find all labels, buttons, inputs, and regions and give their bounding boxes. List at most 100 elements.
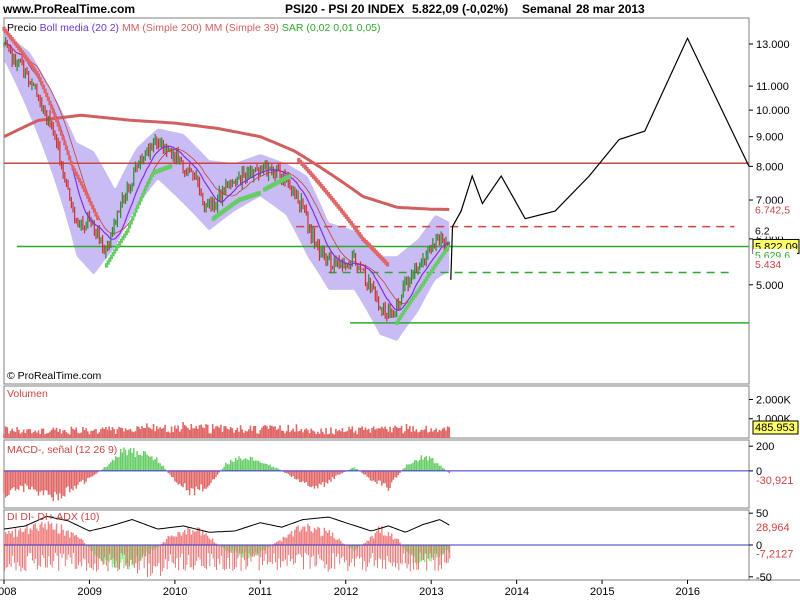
volume-bar: [364, 427, 367, 438]
volume-bar: [379, 428, 382, 438]
volume-bar: [100, 429, 102, 438]
volume-bar: [418, 431, 421, 438]
volume-bar: [3, 433, 5, 438]
volume-bar: [395, 427, 398, 438]
volume-bar: [272, 426, 275, 438]
volume-bar: [103, 429, 106, 438]
value-label: 6.742,5: [755, 204, 790, 216]
volume-bar: [141, 426, 143, 438]
y-tick-label: 9.000: [756, 132, 784, 144]
volume-bar: [11, 428, 14, 438]
y-tick-label: 8.000: [756, 161, 784, 173]
volume-bar: [303, 429, 306, 438]
sar-dot: [385, 262, 390, 267]
volume-bar: [26, 429, 28, 438]
x-tick-label: 2011: [248, 586, 272, 598]
volume-bar: [4, 426, 7, 438]
y-tick-label: 2.000K: [756, 394, 792, 406]
volume-bar: [422, 430, 424, 438]
volume-bar: [349, 429, 352, 438]
volume-bar: [308, 433, 311, 438]
volume-bar: [16, 427, 18, 438]
volume-bar: [60, 433, 63, 438]
volume-bar: [96, 433, 99, 438]
volume-bar: [430, 428, 432, 438]
volume-bar: [367, 428, 370, 438]
volume-bar: [287, 424, 290, 438]
volume-bar: [404, 431, 406, 438]
volume-bar: [302, 432, 304, 438]
x-axis: 2008 2009 2010 2011 2012 2013 2014 2015 2016: [0, 580, 700, 598]
volume-bar: [427, 432, 429, 438]
sar-dot: [50, 104, 54, 110]
volume-bar: [226, 428, 229, 438]
volume-bar: [290, 430, 293, 438]
volume-bar: [394, 425, 396, 438]
volume-bar: [29, 429, 32, 438]
legend-entry: MM (Simple 39): [202, 22, 279, 34]
volume-bar: [188, 429, 191, 438]
sar-dot: [41, 84, 46, 90]
volume-bar: [277, 428, 280, 438]
volume-bar: [266, 426, 268, 438]
volume-bar: [47, 432, 50, 438]
volume-bar: [123, 431, 125, 438]
volume-bar: [42, 428, 45, 438]
volume-bar: [185, 426, 188, 438]
volume-bar: [132, 432, 135, 438]
volume-bar: [126, 430, 129, 438]
volume-bar: [313, 431, 316, 438]
volume-bar: [432, 431, 434, 438]
volume-bar: [298, 430, 301, 438]
volume-bar: [221, 431, 224, 438]
volume-bar: [371, 427, 373, 438]
volume-bar: [70, 426, 73, 438]
volume-bar: [282, 430, 285, 438]
volume-bar: [68, 434, 71, 438]
volume-bar: [146, 423, 148, 438]
volume-bar: [285, 431, 288, 438]
volume-bar: [236, 427, 239, 438]
volume-bar: [98, 432, 101, 438]
volume-bar: [344, 431, 347, 438]
volume-bar: [275, 429, 278, 438]
volume-bar: [295, 424, 298, 438]
volume-bar: [326, 434, 329, 438]
volume-bar: [108, 426, 110, 438]
volume-bar: [328, 433, 331, 438]
volume-bar: [202, 427, 204, 438]
volume-bar: [27, 428, 30, 438]
volume-bar: [321, 431, 324, 438]
volume-bar: [37, 430, 40, 438]
sar-dot: [54, 117, 59, 123]
value-label: 5.434: [755, 259, 781, 271]
volume-bar: [315, 434, 317, 438]
sar-dot: [131, 216, 135, 221]
volume-bar: [246, 431, 248, 438]
volume-bar: [318, 433, 321, 438]
volume-bar: [77, 432, 79, 438]
volume-bar: [183, 424, 186, 438]
y-tick-label: 11.000: [756, 81, 789, 93]
volume-bar: [54, 429, 56, 438]
x-tick-label: 2014: [505, 586, 529, 598]
volume-bar: [149, 428, 152, 438]
volume-bar: [49, 431, 51, 438]
volume-bar: [152, 423, 155, 438]
volume-bar: [410, 431, 413, 438]
sar-dot: [132, 212, 137, 217]
y-tick-label: 50: [756, 508, 768, 520]
volume-bar: [139, 429, 142, 438]
sar-dot: [64, 145, 69, 151]
volume-last-label: 485.953: [755, 422, 795, 434]
volume-bar: [17, 429, 20, 438]
volume-bar: [335, 428, 337, 438]
volume-bar: [13, 431, 15, 438]
volume-bar: [435, 428, 437, 438]
dmi-last-label: 28,964: [756, 522, 790, 534]
volume-bar: [14, 431, 17, 438]
sar-dot: [69, 161, 73, 166]
volume-bar: [284, 433, 286, 438]
chart-canvas[interactable]: Precio Boll media (20 2) MM (Simple 200)…: [0, 0, 800, 600]
volume-bar: [119, 427, 122, 438]
